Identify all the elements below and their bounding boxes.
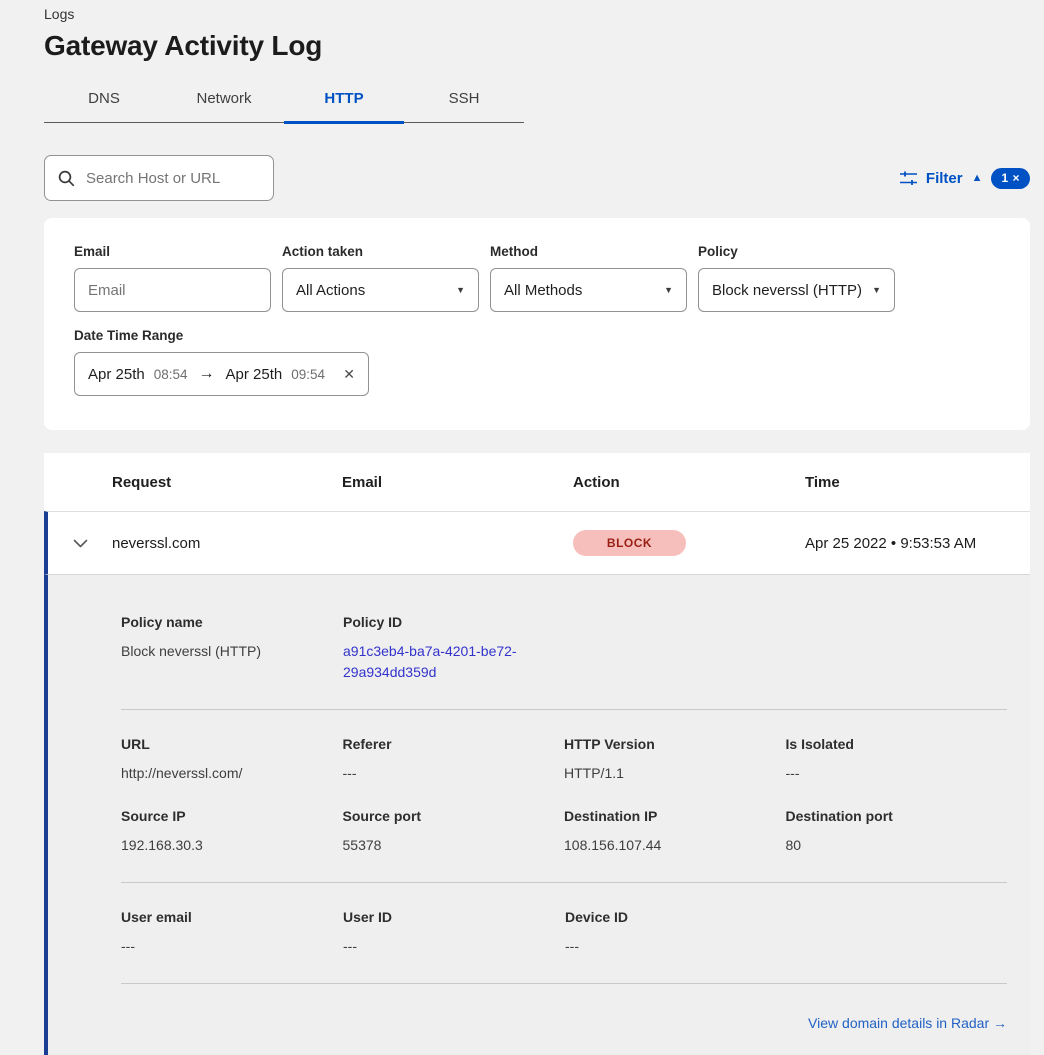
filter-sliders-icon (900, 171, 917, 186)
row-details-panel: Policy name Block neverssl (HTTP) Policy… (44, 574, 1030, 1055)
action-taken-value: All Actions (296, 282, 365, 299)
filter-field-policy: Policy Block neverssl (HTTP) ▼ (698, 244, 895, 312)
toolbar: Filter ▲ 1 × (44, 155, 1030, 201)
chevron-down-icon: ▼ (872, 285, 881, 295)
filter-field-action-taken: Action taken All Actions ▼ (282, 244, 479, 312)
start-time[interactable]: 08:54 (154, 367, 188, 382)
column-header-email: Email (342, 474, 573, 491)
chevron-up-icon: ▲ (972, 173, 983, 184)
detail-user-id: User ID --- (343, 909, 565, 957)
gateway-activity-page: Logs Gateway Activity Log DNS Network HT… (0, 0, 1044, 1055)
filter-field-email: Email (74, 244, 271, 312)
policy-label: Policy (698, 244, 895, 259)
filter-panel: Email Action taken All Actions ▼ Method … (44, 218, 1030, 430)
method-select[interactable]: All Methods ▼ (490, 268, 687, 312)
row-time: Apr 25 2022 • 9:53:53 AM (805, 535, 1030, 552)
column-header-action: Action (573, 474, 805, 491)
detail-source-port: Source port 55378 (343, 808, 565, 856)
table-header: Request Email Action Time (44, 453, 1030, 511)
row-action: BLOCK (573, 530, 805, 556)
table-row[interactable]: neverssl.com BLOCK Apr 25 2022 • 9:53:53… (44, 511, 1030, 574)
start-date[interactable]: Apr 25th (88, 366, 145, 383)
detail-http-version: HTTP Version HTTP/1.1 (564, 736, 786, 784)
radar-link-row: View domain details in Radar → (121, 1015, 1007, 1033)
tab-http[interactable]: HTTP (284, 78, 404, 122)
email-filter-label: Email (74, 244, 271, 259)
search-input[interactable] (84, 169, 260, 188)
detail-source-ip: Source IP 192.168.30.3 (121, 808, 343, 856)
filter-field-date-range: Date Time Range Apr 25th 08:54 → Apr 25t… (74, 328, 1000, 396)
email-filter-input[interactable] (74, 268, 271, 312)
detail-destination-port: Destination port 80 (786, 808, 1008, 856)
view-domain-details-radar-link[interactable]: View domain details in Radar → (808, 1015, 1007, 1031)
end-time[interactable]: 09:54 (291, 367, 325, 382)
detail-policy-id: Policy ID a91c3eb4-ba7a-4201-be72-29a934… (343, 614, 565, 683)
detail-policy-name: Policy name Block neverssl (HTTP) (121, 614, 343, 683)
chevron-down-icon (73, 539, 88, 548)
policy-value: Block neverssl (HTTP) (712, 282, 862, 299)
log-table: Request Email Action Time neverssl.com B… (44, 453, 1030, 1055)
action-taken-label: Action taken (282, 244, 479, 259)
detail-destination-ip: Destination IP 108.156.107.44 (564, 808, 786, 856)
divider (121, 709, 1007, 710)
tab-dns[interactable]: DNS (44, 78, 164, 122)
tab-network[interactable]: Network (164, 78, 284, 122)
policy-select[interactable]: Block neverssl (HTTP) ▼ (698, 268, 895, 312)
chevron-down-icon: ▼ (664, 285, 673, 295)
search-icon (58, 170, 75, 187)
search-box[interactable] (44, 155, 274, 201)
detail-url: URL http://neverssl.com/ (121, 736, 343, 784)
row-expander[interactable] (48, 539, 112, 548)
detail-device-id: Device ID --- (565, 909, 787, 957)
end-date[interactable]: Apr 25th (226, 366, 283, 383)
divider (121, 882, 1007, 883)
date-range-picker[interactable]: Apr 25th 08:54 → Apr 25th 09:54 ✕ (74, 352, 369, 396)
arrow-right-icon: → (197, 365, 217, 383)
row-request: neverssl.com (112, 535, 342, 552)
tab-ssh[interactable]: SSH (404, 78, 524, 122)
chevron-down-icon: ▼ (456, 285, 465, 295)
detail-is-isolated: Is Isolated --- (786, 736, 1008, 784)
detail-referer: Referer --- (343, 736, 565, 784)
policy-id-link[interactable]: a91c3eb4-ba7a-4201-be72-29a934dd359d (343, 641, 539, 683)
tab-bar: DNS Network HTTP SSH (44, 78, 524, 123)
filter-count-badge[interactable]: 1 × (991, 168, 1030, 189)
filter-field-method: Method All Methods ▼ (490, 244, 687, 312)
filter-toggle[interactable]: Filter ▲ 1 × (900, 168, 1030, 189)
clear-date-range-icon[interactable]: ✕ (343, 366, 355, 383)
method-value: All Methods (504, 282, 582, 299)
column-header-request: Request (112, 474, 342, 491)
column-header-time: Time (805, 474, 1030, 491)
breadcrumb[interactable]: Logs (44, 6, 1030, 22)
action-taken-select[interactable]: All Actions ▼ (282, 268, 479, 312)
page-title: Gateway Activity Log (44, 30, 1030, 62)
divider (121, 983, 1007, 984)
method-label: Method (490, 244, 687, 259)
block-status-badge: BLOCK (573, 530, 686, 556)
date-range-label: Date Time Range (74, 328, 1000, 343)
detail-user-email: User email --- (121, 909, 343, 957)
filter-toggle-label: Filter (926, 170, 963, 187)
